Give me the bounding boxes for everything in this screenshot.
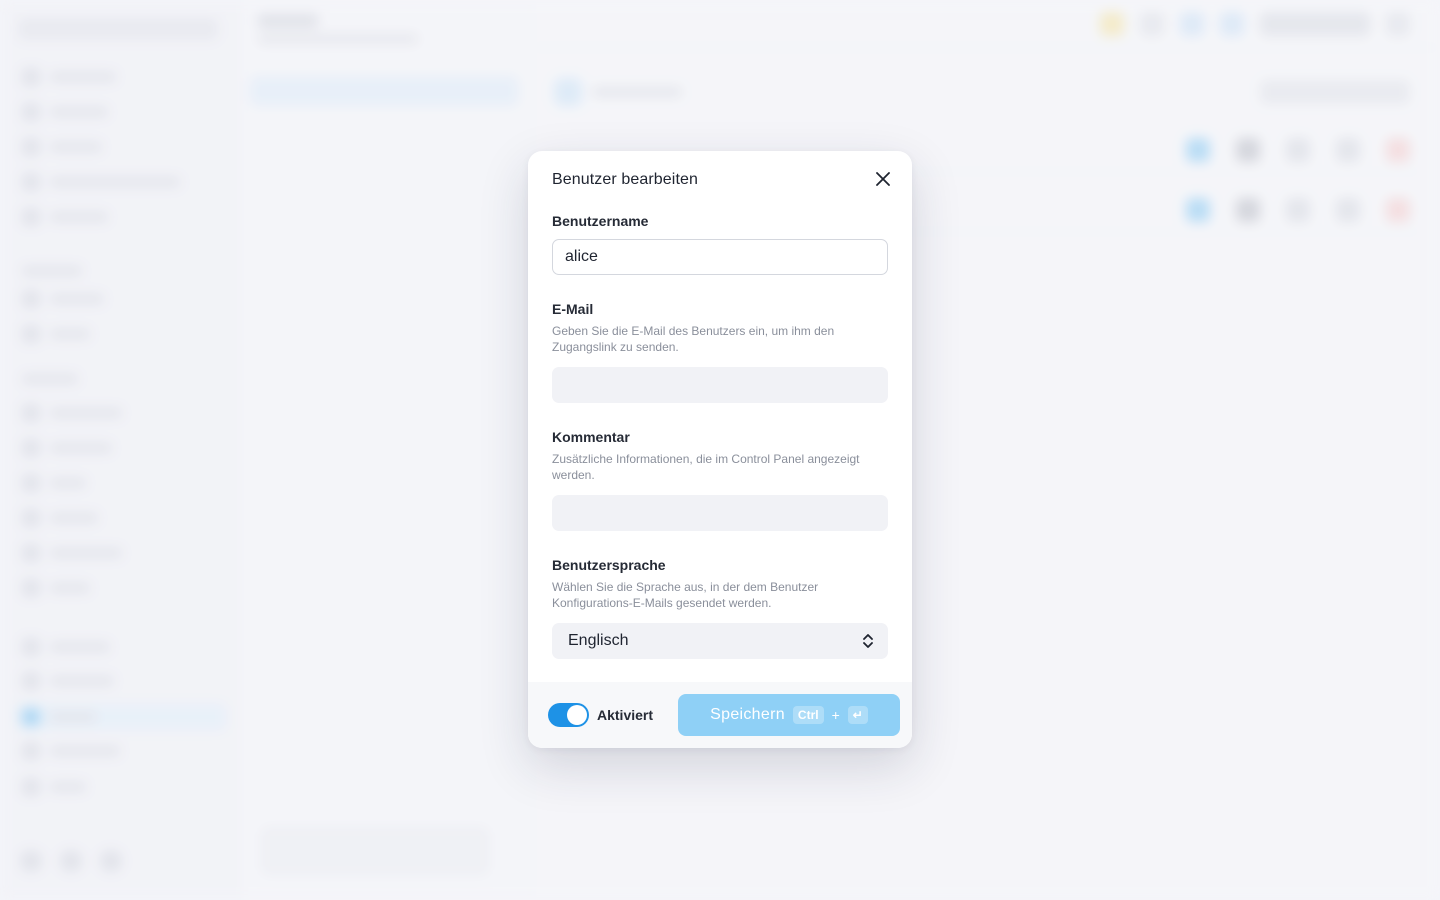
username-input[interactable]: [552, 239, 888, 275]
language-select-value: Englisch: [568, 632, 629, 649]
language-help-text: Wählen Sie die Sprache aus, in der dem B…: [552, 580, 819, 610]
enabled-toggle-label: Aktiviert: [597, 707, 654, 723]
comment-help-text: Zusätzliche Informationen, die im Contro…: [552, 452, 860, 482]
close-icon: [876, 172, 890, 186]
comment-input[interactable]: [552, 495, 888, 531]
enabled-toggle[interactable]: [548, 703, 589, 727]
enter-key-icon: ↵: [847, 706, 868, 724]
ctrl-key-badge: Ctrl: [792, 706, 824, 724]
shortcut-plus: +: [831, 707, 840, 723]
email-help-text: Geben Sie die E-Mail des Benutzers ein, …: [552, 324, 835, 354]
toggle-knob: [567, 705, 587, 725]
close-button[interactable]: [872, 168, 894, 190]
save-button-label: Speichern: [710, 706, 785, 723]
username-label: Benutzername: [552, 213, 649, 229]
email-label: E-Mail: [552, 301, 594, 317]
language-select[interactable]: Englisch: [552, 623, 888, 659]
comment-label: Kommentar: [552, 429, 630, 445]
chevron-up-down-icon: [863, 634, 873, 648]
save-button[interactable]: Speichern Ctrl + ↵: [678, 694, 900, 736]
dialog-footer: Aktiviert Speichern Ctrl + ↵: [528, 682, 912, 748]
email-input[interactable]: [552, 367, 888, 403]
language-label: Benutzersprache: [552, 557, 666, 573]
edit-user-dialog: Benutzer bearbeiten Benutzername E-Mail …: [528, 151, 912, 748]
dialog-title: Benutzer bearbeiten: [552, 171, 699, 188]
